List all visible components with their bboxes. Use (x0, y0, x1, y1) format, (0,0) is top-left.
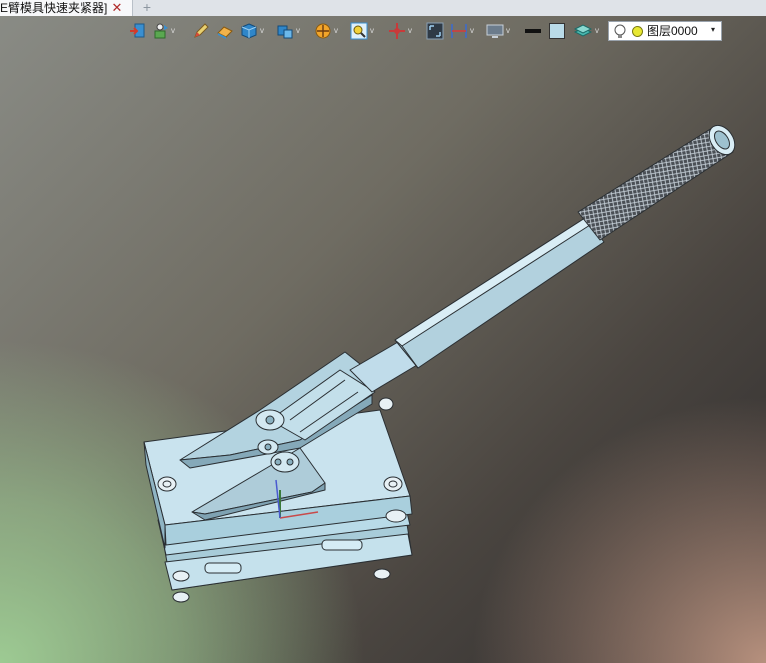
handle-rod (394, 217, 605, 369)
knurled-grip (577, 127, 734, 241)
clamp-model[interactable] (0, 0, 766, 663)
3d-viewport[interactable]: E臂模具快速夹紧器] ✕ + v v v v v v v v v 图层0000 … (0, 0, 766, 663)
